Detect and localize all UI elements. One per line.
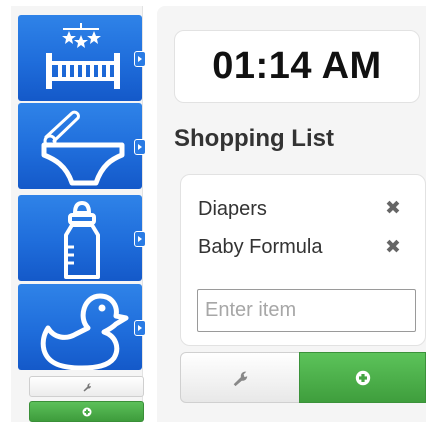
plus-circle-icon [355, 370, 370, 385]
category-tile-duck[interactable] [18, 284, 146, 370]
close-icon[interactable]: ✖ [385, 238, 401, 257]
clock-display: 01:14 AM [174, 30, 420, 103]
category-tile-bottle[interactable] [18, 195, 146, 281]
expand-tab[interactable] [134, 231, 146, 247]
category-sidebar [11, 6, 146, 422]
duck-icon [40, 293, 129, 370]
category-tile-diaper[interactable] [18, 103, 146, 189]
wrench-icon [233, 371, 248, 386]
list-item: Baby Formula [198, 236, 323, 258]
wrench-icon [83, 382, 91, 391]
plus-circle-icon [82, 407, 91, 416]
add-item-button[interactable] [299, 352, 426, 403]
diaper-icon [41, 110, 125, 186]
expand-tab[interactable] [134, 51, 146, 67]
bottle-icon [64, 200, 100, 279]
shopping-list-title: Shopping List [174, 125, 334, 152]
close-icon[interactable]: ✖ [385, 199, 401, 218]
category-tile-crib[interactable] [18, 15, 146, 101]
item-input[interactable] [197, 289, 416, 332]
expand-tab[interactable] [134, 320, 146, 336]
sidebar-add-button[interactable] [29, 401, 144, 422]
crib-icon [46, 23, 120, 89]
sidebar-settings-button[interactable] [29, 376, 144, 397]
list-item: Diapers [198, 198, 267, 220]
list-settings-button[interactable] [180, 352, 300, 403]
expand-tab[interactable] [134, 139, 146, 155]
